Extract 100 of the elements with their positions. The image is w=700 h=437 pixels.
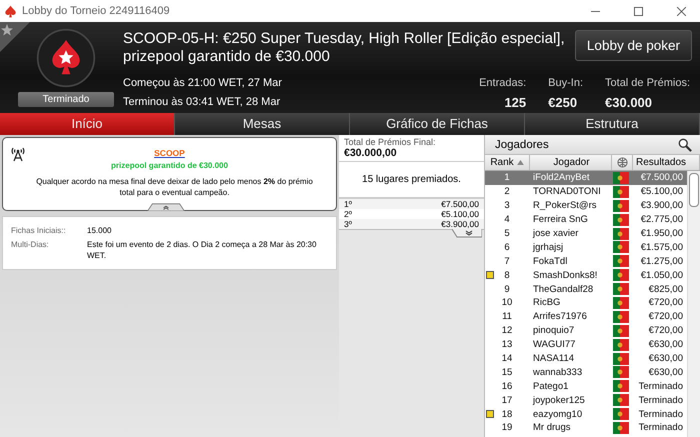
player-name: FokaTdl xyxy=(533,256,568,267)
flag-icon xyxy=(613,366,629,378)
player-name: joypoker125 xyxy=(533,394,585,406)
player-name: eazyomg10 xyxy=(533,408,582,420)
player-row[interactable]: 17 joypoker125 Terminado xyxy=(485,393,687,408)
result-cell: €630,00 xyxy=(648,353,683,364)
player-row[interactable]: 13 WAGUI77 €630,00 xyxy=(485,338,687,352)
result-cell: €630,00 xyxy=(648,366,683,378)
player-name: Patego1 xyxy=(533,380,568,392)
close-icon[interactable] xyxy=(677,6,686,16)
prize-amount: €5.100,00 xyxy=(441,209,479,219)
player-row[interactable]: 15 wannab333 €630,00 xyxy=(485,365,687,380)
rank-cell: 14 xyxy=(502,353,512,364)
detail-label: Fichas Iniciais:: xyxy=(11,225,67,236)
player-row[interactable]: 19 Mr drugs Terminado xyxy=(485,421,687,435)
flag-icon xyxy=(613,200,629,212)
status-label: Terminado xyxy=(18,92,114,107)
flag-icon xyxy=(613,310,629,323)
player-name: iFold2AnyBet xyxy=(533,172,590,184)
stat-label: Total de Prémios: xyxy=(605,77,690,89)
stat-value: €30.000 xyxy=(605,95,652,110)
player-row[interactable]: 8 SmashDonks8! €1.050,00 xyxy=(485,268,687,282)
result-cell: €720,00 xyxy=(648,311,683,322)
player-row[interactable]: 1 iFold2AnyBet €7.500,00 xyxy=(485,171,687,185)
flag-icon xyxy=(613,394,629,406)
tab[interactable]: Início xyxy=(0,113,175,135)
result-cell: Terminado xyxy=(638,380,683,392)
column-header[interactable]: Jogador xyxy=(530,155,612,170)
paid-places-text: 15 lugares premiados. xyxy=(339,162,484,199)
rank-cell: 3 xyxy=(504,200,510,212)
player-row[interactable]: 16 Patego1 Terminado xyxy=(485,379,687,394)
player-row[interactable]: 9 TheGandalf28 €825,00 xyxy=(485,282,687,296)
result-cell: €720,00 xyxy=(648,297,683,308)
tab[interactable]: Estrutura xyxy=(525,113,700,135)
flag-icon xyxy=(613,172,629,184)
prizepool-subtitle: prizepool garantido de €30.000 xyxy=(110,161,229,170)
result-cell: €630,00 xyxy=(648,339,683,350)
stat-value: 125 xyxy=(504,95,526,110)
stat-value: €250 xyxy=(548,95,578,110)
result-cell: €7.500,00 xyxy=(640,172,683,184)
player-row[interactable]: 12 pinoquio7 €720,00 xyxy=(485,324,687,338)
players-title: Jogadores xyxy=(495,138,549,150)
detail-value: Este foi um evento de 2 dias. O Dia 2 começa a 28 Mar às 20:30 WET. xyxy=(87,239,318,261)
tab[interactable]: Gráfico de Fichas xyxy=(350,113,525,135)
player-row[interactable]: 7 FokaTdl €1.275,00 xyxy=(485,254,687,268)
flag-icon xyxy=(613,338,629,351)
flag-icon xyxy=(613,324,629,337)
player-row[interactable]: 4 Ferreira SnG €2.775,00 xyxy=(485,212,687,227)
player-row[interactable]: 2 TORNAD0TONI €5.100,00 xyxy=(485,184,687,199)
rank-cell: 4 xyxy=(504,214,510,226)
column-header[interactable]: Rank xyxy=(485,155,530,170)
search-icon[interactable] xyxy=(678,138,692,152)
flag-icon xyxy=(613,408,629,420)
prize-place: 2º xyxy=(344,209,352,219)
result-cell: €1.050,00 xyxy=(640,270,683,281)
rank-cell: 19 xyxy=(502,422,512,434)
player-name: Ferreira SnG xyxy=(533,214,588,226)
column-header[interactable]: Resultados xyxy=(633,155,700,170)
end-time: Terminou às 03:41 WET, 28 Mar xyxy=(123,96,282,108)
sort-icon xyxy=(516,160,524,165)
rank-cell: 10 xyxy=(502,297,512,308)
flag-icon xyxy=(613,422,629,434)
flag-icon xyxy=(613,352,629,365)
flag-icon xyxy=(613,241,629,254)
player-row[interactable]: 5 jose xavier €1.950,00 xyxy=(485,226,687,240)
spade-icon xyxy=(4,4,17,18)
globe-icon[interactable] xyxy=(616,157,628,168)
player-name: wannab333 xyxy=(533,366,582,378)
maximize-icon[interactable] xyxy=(634,6,643,16)
player-row[interactable]: 10 RicBG €720,00 xyxy=(485,296,687,310)
result-cell: €3.900,00 xyxy=(640,200,683,212)
player-row[interactable]: 3 R_PokerSt@rs €3.900,00 xyxy=(485,198,687,213)
window-title: Lobby do Torneio 2249116409 xyxy=(22,5,170,17)
player-row[interactable]: 18 eazyomg10 Terminado xyxy=(485,407,687,422)
player-name: NASA114 xyxy=(533,353,574,364)
flag-icon xyxy=(613,228,629,240)
prize-total-label: Total de Prémios Final: xyxy=(344,137,437,147)
flag-icon xyxy=(613,255,629,268)
flag-icon xyxy=(613,380,629,392)
start-time: Começou às 21:00 WET, 27 Mar xyxy=(123,77,282,90)
player-row[interactable]: 14 NASA114 €630,00 xyxy=(485,352,687,366)
player-row[interactable]: 6 jgrhajsj €1.575,00 xyxy=(485,240,687,254)
stat-label: Buy-In: xyxy=(548,77,584,89)
player-name: Mr drugs xyxy=(533,422,570,434)
rank-cell: 8 xyxy=(504,270,510,281)
player-name: Arrifes71976 xyxy=(533,311,587,322)
result-cell: €1.275,00 xyxy=(640,256,683,267)
result-cell: €720,00 xyxy=(648,325,683,336)
rank-cell: 9 xyxy=(504,284,510,295)
player-row[interactable]: 11 Arrifes71976 €720,00 xyxy=(485,310,687,324)
stat-label: Entradas: xyxy=(479,77,526,89)
expand-handle-icon[interactable] xyxy=(452,229,482,238)
poker-lobby-button[interactable]: Lobby de poker xyxy=(574,30,692,61)
prize-place: 1º xyxy=(344,199,352,209)
tab[interactable]: Mesas xyxy=(175,113,350,135)
spade-logo-icon xyxy=(36,28,96,88)
star-icon[interactable] xyxy=(0,22,30,52)
player-name: WAGUI77 xyxy=(533,339,576,350)
scrollbar[interactable] xyxy=(687,171,700,437)
player-name: jose xavier xyxy=(533,228,578,239)
